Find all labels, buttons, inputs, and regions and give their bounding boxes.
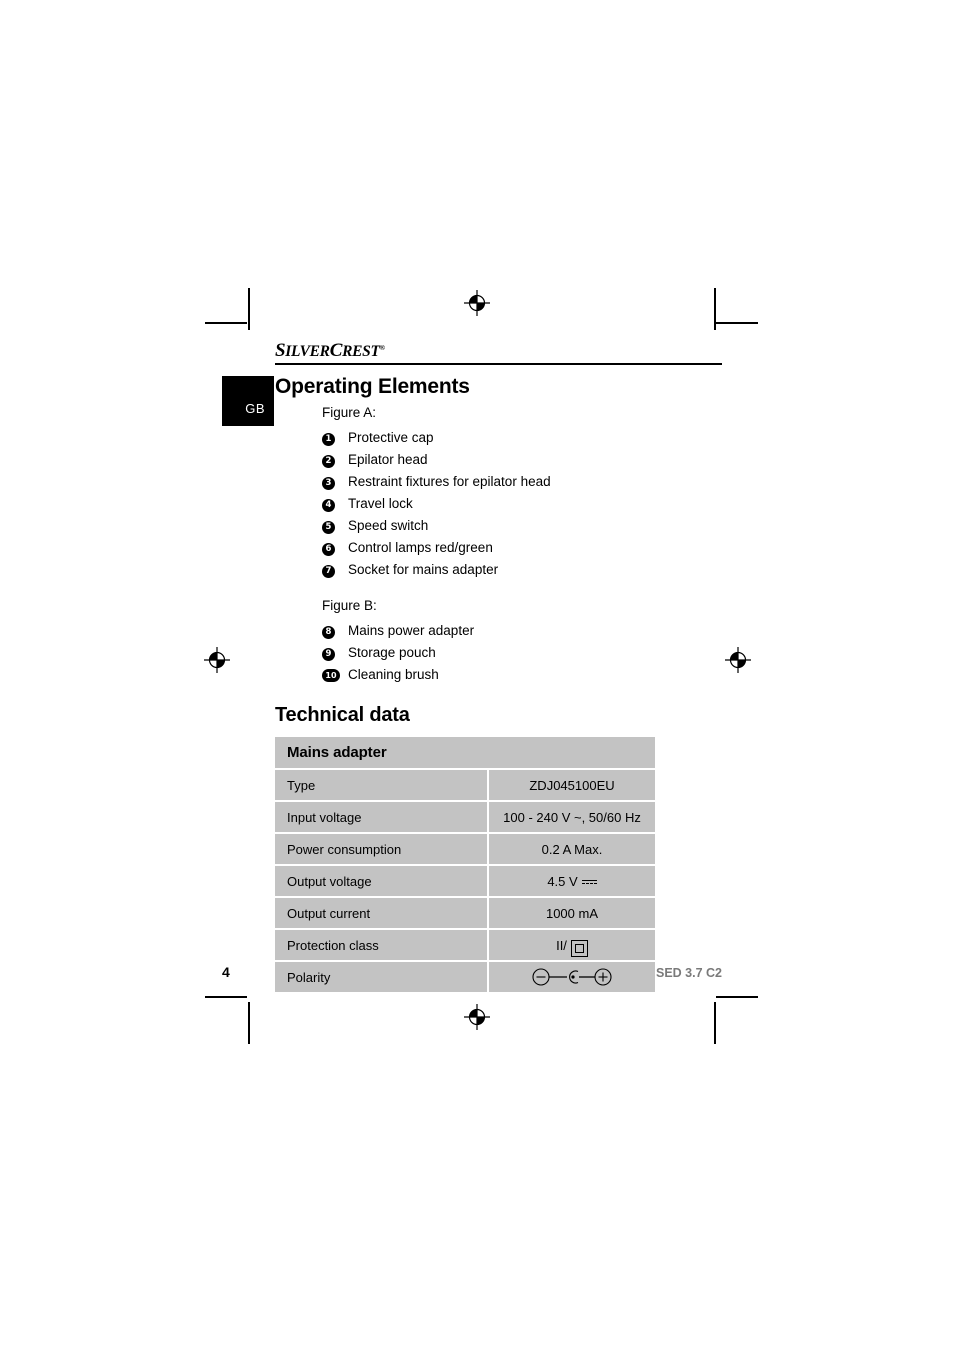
registered-trademark-icon: ® (379, 343, 385, 352)
item-number-badge: 8 (322, 626, 335, 639)
crop-mark-bottom-right-horizontal (716, 996, 758, 998)
crop-mark-top-left-vertical (248, 288, 250, 330)
crop-mark-top-right-vertical (714, 288, 716, 330)
item-number-badge: 4 (322, 499, 335, 512)
list-item: 5 Speed switch (322, 515, 722, 537)
logo-text-rest: REST (342, 343, 380, 360)
list-item: 10 Cleaning brush (322, 664, 722, 686)
figure-spacer (322, 581, 722, 595)
item-number-badge: 2 (322, 455, 335, 468)
list-item-label: Storage pouch (348, 645, 436, 660)
logo-letter-c: C (329, 340, 343, 361)
language-badge: GB (222, 376, 274, 426)
list-item: 9 Storage pouch (322, 642, 722, 664)
crop-mark-bottom-left-horizontal (205, 996, 247, 998)
value-wrapper: 0.2 A Max. (489, 842, 655, 857)
list-item: 8 Mains power adapter (322, 620, 722, 642)
row-label: Protection class (275, 928, 489, 960)
row-value: 4.5 V (489, 864, 655, 896)
registration-mark-right (725, 647, 751, 673)
crop-mark-bottom-right-vertical (714, 1002, 716, 1044)
page-title: Operating Elements (275, 375, 470, 398)
row-value-text: II/ (556, 937, 567, 953)
row-value-text: 0.2 A Max. (541, 841, 603, 857)
table-row: Protection class II/ (275, 928, 655, 960)
logo-letter-s: S (275, 340, 286, 361)
value-wrapper: 100 - 240 V ~, 50/60 Hz (489, 810, 655, 825)
list-item-label: Epilator head (348, 452, 428, 467)
row-value: II/ (489, 928, 655, 960)
list-item-label: Cleaning brush (348, 667, 439, 682)
crop-mark-top-right-horizontal (716, 322, 758, 324)
table-row: Power consumption 0.2 A Max. (275, 832, 655, 864)
row-label: Output voltage (275, 864, 489, 896)
row-value-text: 1000 mA (545, 905, 599, 921)
header-divider (275, 363, 722, 365)
row-label: Type (275, 768, 489, 800)
item-number-badge: 9 (322, 648, 335, 661)
row-label: Power consumption (275, 832, 489, 864)
registration-mark-bottom (464, 1004, 490, 1030)
list-item-label: Mains power adapter (348, 623, 475, 638)
technical-data-table: Mains adapter Type ZDJ045100EU Input vol… (275, 737, 655, 992)
page-footer: 4 SED 3.7 C2 (222, 964, 722, 980)
item-number-badge: 6 (322, 543, 335, 556)
brand-header: SILVERCREST® (222, 340, 722, 366)
list-item-label: Control lamps red/green (348, 540, 493, 555)
list-item-label: Travel lock (348, 496, 413, 511)
class-two-insulation-icon (570, 939, 588, 957)
list-item: 2 Epilator head (322, 449, 722, 471)
table-header-label: Mains adapter (275, 737, 655, 768)
list-item: 3 Restraint fixtures for epilator head (322, 471, 722, 493)
table-header-row: Mains adapter (275, 737, 655, 768)
item-number-badge: 5 (322, 521, 335, 534)
value-wrapper: ZDJ045100EU (489, 778, 655, 793)
row-value: 1000 mA (489, 896, 655, 928)
model-designation: SED 3.7 C2 (655, 966, 722, 980)
item-number-badge: 10 (322, 669, 340, 682)
silvercrest-logo: SILVERCREST® (275, 340, 385, 362)
list-item: 4 Travel lock (322, 493, 722, 515)
list-item: 7 Socket for mains adapter (322, 559, 722, 581)
crop-mark-bottom-left-vertical (248, 1002, 250, 1044)
list-item: 6 Control lamps red/green (322, 537, 722, 559)
table-row: Output voltage 4.5 V (275, 864, 655, 896)
item-number-badge: 3 (322, 477, 335, 490)
list-item-label: Socket for mains adapter (348, 562, 499, 577)
page-content: SILVERCREST® GB Operating Elements Figur… (222, 340, 722, 992)
crop-mark-top-left-horizontal (205, 322, 247, 324)
row-label: Output current (275, 896, 489, 928)
table-row: Input voltage 100 - 240 V ~, 50/60 Hz (275, 800, 655, 832)
row-value: 0.2 A Max. (489, 832, 655, 864)
figure-b-label: Figure B: (322, 598, 377, 613)
technical-data-title: Technical data (275, 704, 410, 726)
value-wrapper: 1000 mA (489, 906, 655, 921)
list-item-label: Restraint fixtures for epilator head (348, 474, 551, 489)
list-item-label: Speed switch (348, 518, 429, 533)
row-value: 100 - 240 V ~, 50/60 Hz (489, 800, 655, 832)
row-value: ZDJ045100EU (489, 768, 655, 800)
item-number-badge: 7 (322, 565, 335, 578)
value-wrapper: II/ (489, 937, 655, 957)
logo-text-ilver: ILVER (285, 343, 330, 360)
figure-a-label: Figure A: (322, 405, 377, 420)
row-value-text: 4.5 V (547, 873, 578, 889)
table-row: Type ZDJ045100EU (275, 768, 655, 800)
list-item-label: Protective cap (348, 430, 434, 445)
row-value-text: 100 - 240 V ~, 50/60 Hz (503, 809, 641, 825)
value-wrapper: 4.5 V (489, 874, 655, 889)
row-value-text: ZDJ045100EU (529, 777, 615, 793)
row-label: Input voltage (275, 800, 489, 832)
table-row: Output current 1000 mA (275, 896, 655, 928)
item-number-badge: 1 (322, 433, 335, 446)
page-number: 4 (222, 964, 230, 980)
registration-mark-top (464, 290, 490, 316)
list-item: 1 Protective cap (322, 427, 722, 449)
dc-current-icon (581, 879, 597, 885)
figure-a-block: Figure A: 1 Protective cap 2 Epilator he… (222, 402, 722, 686)
